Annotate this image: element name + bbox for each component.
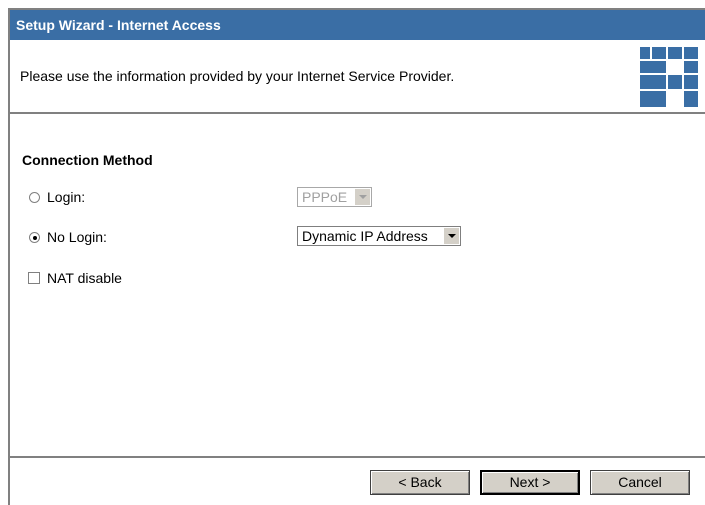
no-login-radio[interactable] bbox=[29, 232, 40, 243]
login-label: Login: bbox=[47, 189, 86, 205]
nat-disable-checkbox[interactable] bbox=[28, 272, 40, 284]
login-type-value: PPPoE bbox=[302, 189, 348, 205]
window-title: Setup Wizard - Internet Access bbox=[16, 17, 221, 33]
next-button[interactable]: Next > bbox=[480, 470, 580, 495]
cancel-button[interactable]: Cancel bbox=[590, 470, 690, 495]
back-button[interactable]: < Back bbox=[370, 470, 470, 495]
section-title: Connection Method bbox=[22, 152, 153, 168]
nat-disable-label: NAT disable bbox=[47, 270, 122, 286]
ip-type-value: Dynamic IP Address bbox=[302, 228, 428, 244]
title-bar: Setup Wizard - Internet Access bbox=[10, 10, 705, 41]
no-login-label: No Login: bbox=[47, 229, 107, 245]
ip-type-select[interactable]: Dynamic IP Address bbox=[297, 226, 461, 246]
banner: Please use the information provided by y… bbox=[10, 42, 705, 114]
button-bar: < Back Next > Cancel bbox=[10, 456, 705, 505]
chevron-down-icon bbox=[443, 228, 459, 244]
chevron-down-icon bbox=[354, 189, 370, 205]
login-type-select[interactable]: PPPoE bbox=[297, 187, 372, 207]
brand-logo-icon bbox=[640, 47, 698, 107]
content-panel: Connection Method Login: PPPoE No Login:… bbox=[10, 116, 705, 456]
banner-text: Please use the information provided by y… bbox=[20, 68, 455, 84]
login-radio[interactable] bbox=[29, 192, 40, 203]
